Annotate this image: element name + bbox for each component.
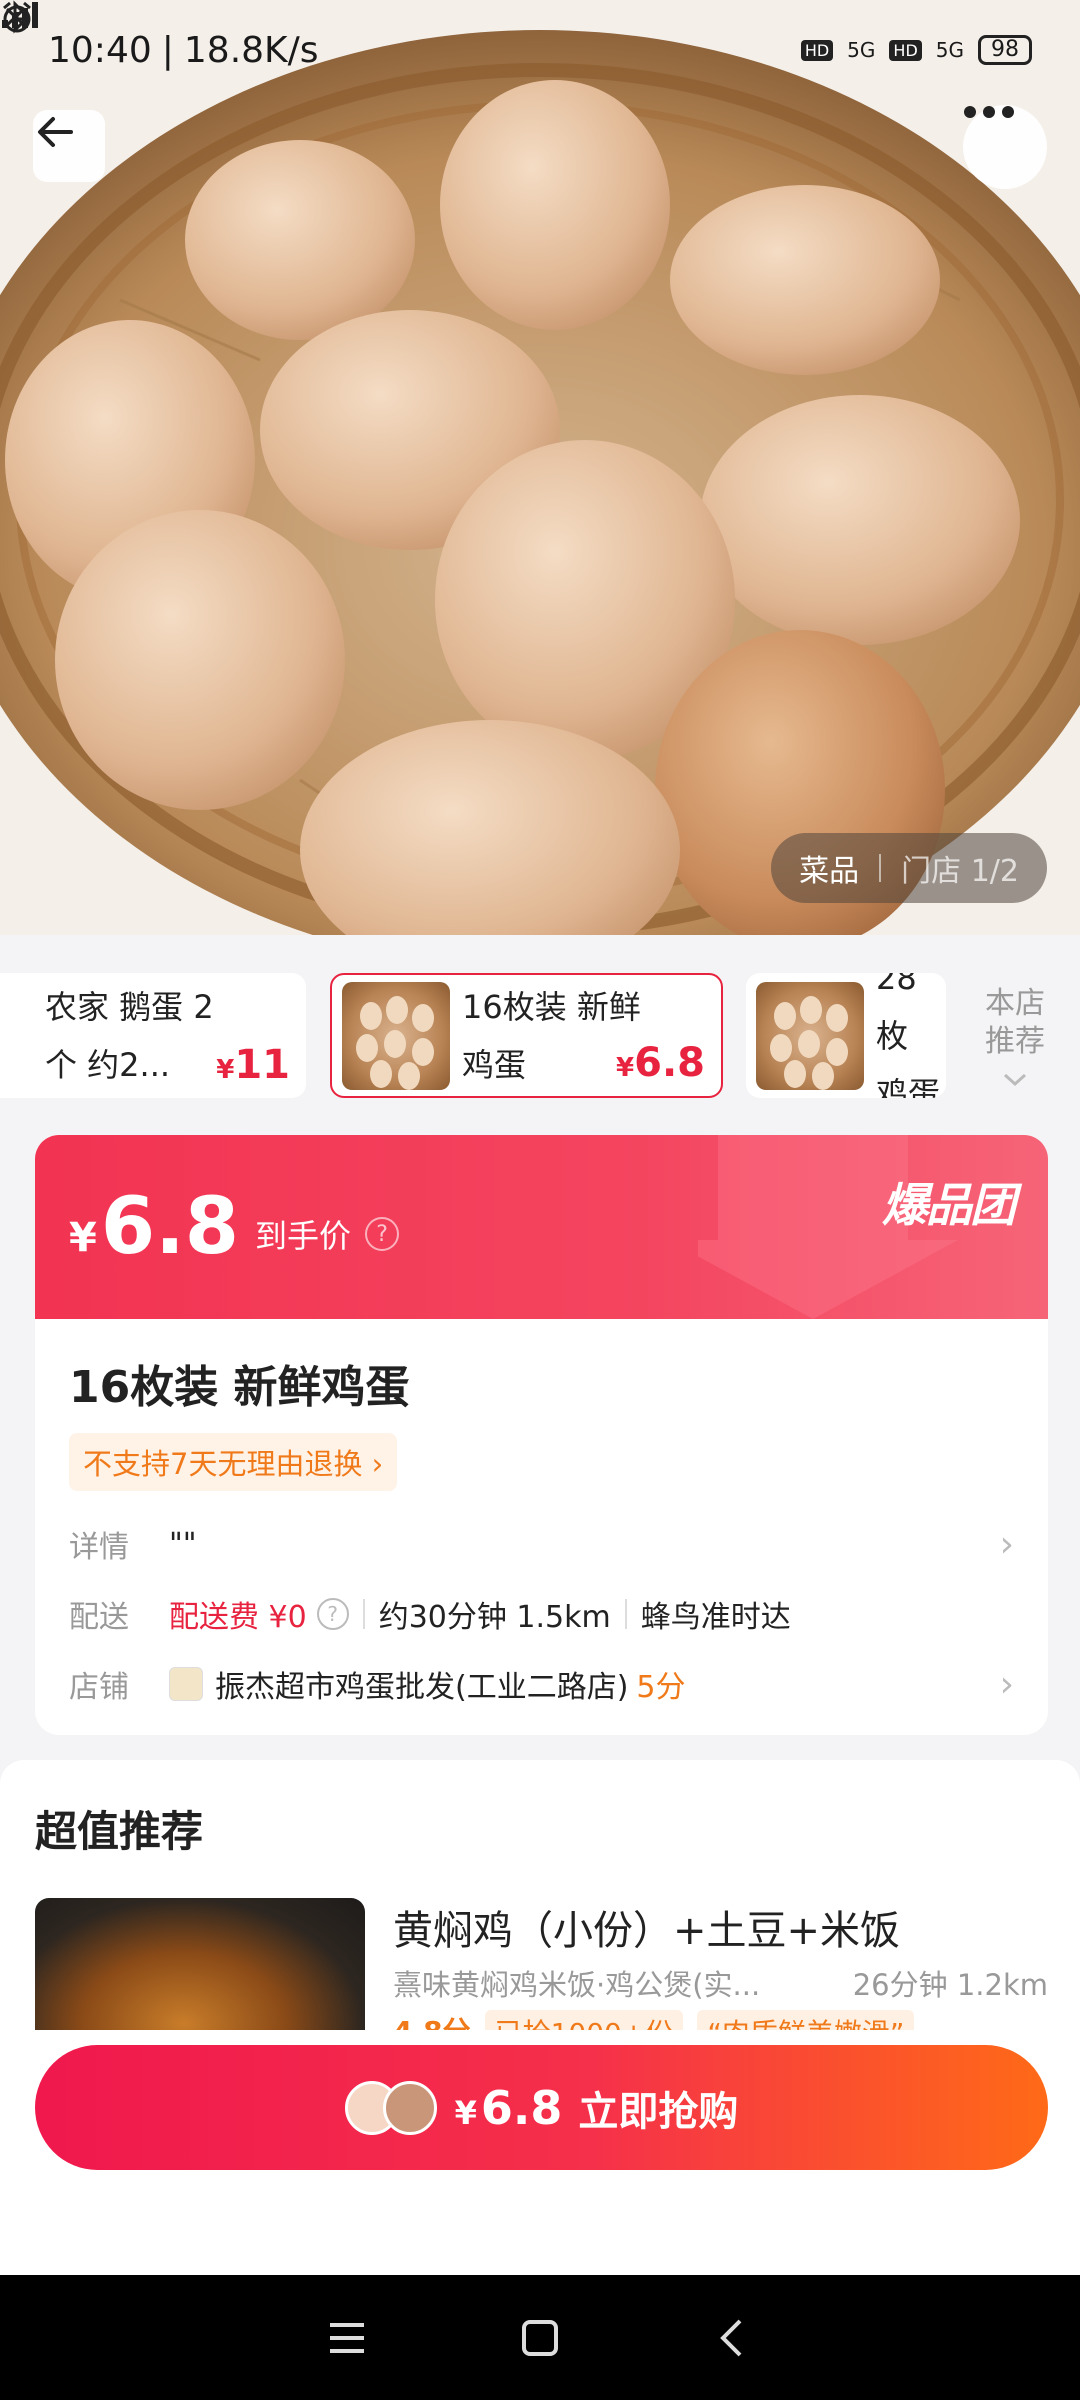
delivery-fee-help-icon[interactable]: ?	[316, 1598, 349, 1630]
status-bar: 10:40 | 18.8K/s HD 5G HD 5G 98	[0, 0, 1080, 100]
store-recommend-toggle[interactable]: 本店 推荐	[980, 985, 1050, 1099]
avatar	[382, 2080, 437, 2135]
sku-option[interactable]: 28枚 鸡蛋	[746, 973, 946, 1098]
detail-value: ""	[169, 1526, 197, 1562]
sku-name-line: 鸡蛋	[462, 1045, 527, 1084]
home-icon[interactable]	[517, 2315, 563, 2361]
shop-score: 5分	[636, 1670, 686, 1705]
signal-icon	[2, 2, 38, 28]
divider	[624, 1599, 627, 1629]
arrow-left-icon	[38, 117, 73, 147]
sku-price: ¥11	[216, 1042, 290, 1088]
eggs-in-basket-illustration	[0, 0, 1080, 935]
delivery-row: 配送 配送费 ¥0 ? 约30分钟 1.5km 蜂鸟准时达	[35, 1579, 1048, 1649]
more-dots-icon	[964, 106, 1014, 118]
delivery-service: 蜂鸟准时达	[640, 1600, 791, 1635]
sku-thumbnail	[756, 981, 864, 1090]
status-time: 10:40	[48, 29, 152, 71]
final-price-label: 到手价	[255, 1217, 352, 1255]
back-button[interactable]	[33, 110, 105, 182]
detail-label: 详情	[69, 1530, 129, 1565]
battery-indicator: 98	[978, 35, 1032, 65]
system-navigation-bar	[0, 2275, 1080, 2400]
divider	[362, 1599, 365, 1629]
status-network-speed: 18.8K/s	[183, 29, 319, 71]
network-type-label: 5G	[935, 38, 964, 62]
sku-name-line: 农家 鹅蛋 2	[45, 987, 214, 1026]
shop-row[interactable]: 店铺 振杰超市鸡蛋批发(工业二路店) 5分 ›	[35, 1649, 1048, 1719]
network-type-label: 5G	[847, 38, 876, 62]
bottom-buy-bar: ¥ 6.8 立即抢购	[0, 2030, 1080, 2275]
buy-now-button[interactable]: ¥ 6.8 立即抢购	[35, 2045, 1048, 2170]
sku-selector: 农家 鹅蛋 2 个 约2... ¥11 16枚装 新鲜 鸡蛋 ¥6.8 28枚 …	[0, 935, 1080, 1105]
sku-name-line: 鸡蛋	[876, 1074, 941, 1099]
chevron-down-icon	[1003, 1073, 1027, 1087]
tab-store-count[interactable]: 门店 1/2	[901, 846, 1019, 890]
final-price: 6.8	[100, 1182, 240, 1272]
recommend-section: 超值推荐 黄焖鸡（小份）+土豆+米饭 熹味黄焖鸡米饭·鸡公煲(实... 26分钟…	[0, 1760, 1080, 2060]
price-banner: ¥ 6.8 到手价 ? 爆品团	[35, 1135, 1048, 1319]
menu-icon[interactable]	[324, 2315, 370, 2361]
delivery-time: 约30分钟 1.5km	[378, 1600, 611, 1635]
dish-name: 黄焖鸡（小份）+土豆+米饭	[393, 1908, 901, 1954]
recommend-item[interactable]: 黄焖鸡（小份）+土豆+米饭 熹味黄焖鸡米饭·鸡公煲(实... 26分钟 1.2k…	[35, 1898, 1048, 2048]
hd-badge: HD	[800, 39, 834, 61]
shop-label: 店铺	[69, 1670, 129, 1705]
price-help-icon[interactable]: ?	[365, 1217, 400, 1251]
delivery-label: 配送	[69, 1600, 129, 1635]
tab-dish[interactable]: 菜品	[799, 846, 859, 890]
store-name: 熹味黄焖鸡米饭·鸡公煲(实...	[393, 1968, 761, 2002]
more-options-button[interactable]	[963, 105, 1047, 189]
brand-logo: 爆品团	[882, 1178, 1016, 1232]
dish-image	[35, 1898, 365, 2048]
sku-name-line: 16枚装 新鲜	[462, 987, 641, 1026]
eta-distance: 26分钟 1.2km	[852, 1968, 1048, 2002]
media-switch-pill[interactable]: 菜品 门店 1/2	[771, 833, 1047, 903]
delivery-fee: 配送费 ¥0	[169, 1600, 307, 1635]
sku-name-line: 28枚	[876, 973, 917, 1055]
sku-option[interactable]: 农家 鹅蛋 2 个 约2... ¥11	[0, 973, 306, 1098]
section-title: 超值推荐	[35, 1807, 204, 1856]
buy-price: 6.8	[480, 2080, 563, 2135]
buy-price-currency: ¥	[454, 2093, 477, 2132]
product-info-card: ¥ 6.8 到手价 ? 爆品团 16枚装 新鲜鸡蛋 不支持7天无理由退换 › 详…	[35, 1135, 1048, 1735]
back-icon[interactable]	[710, 2315, 756, 2361]
price-currency: ¥	[69, 1215, 97, 1261]
chevron-right-icon: ›	[999, 1663, 1014, 1705]
sku-price: ¥6.8	[616, 1040, 705, 1086]
chevron-right-icon: ›	[999, 1523, 1014, 1565]
buy-label: 立即抢购	[578, 2088, 739, 2135]
product-title: 16枚装 新鲜鸡蛋	[69, 1362, 410, 1413]
detail-row[interactable]: 详情 "" ›	[35, 1509, 1048, 1579]
buyer-avatars	[344, 2080, 437, 2135]
shop-name: 振杰超市鸡蛋批发(工业二路店)	[215, 1670, 629, 1705]
product-hero-image[interactable]: 10:40 | 18.8K/s HD 5G HD 5G 98 菜品 门店 1/2	[0, 0, 1080, 935]
hd-badge: HD	[889, 39, 922, 61]
pill-divider	[879, 854, 882, 882]
sku-thumbnail	[342, 981, 450, 1090]
sku-name-line: 个 约2...	[45, 1045, 171, 1084]
shop-avatar-icon	[169, 1667, 203, 1701]
return-policy-tag[interactable]: 不支持7天无理由退换 ›	[69, 1433, 398, 1491]
sku-option-selected[interactable]: 16枚装 新鲜 鸡蛋 ¥6.8	[330, 973, 723, 1098]
